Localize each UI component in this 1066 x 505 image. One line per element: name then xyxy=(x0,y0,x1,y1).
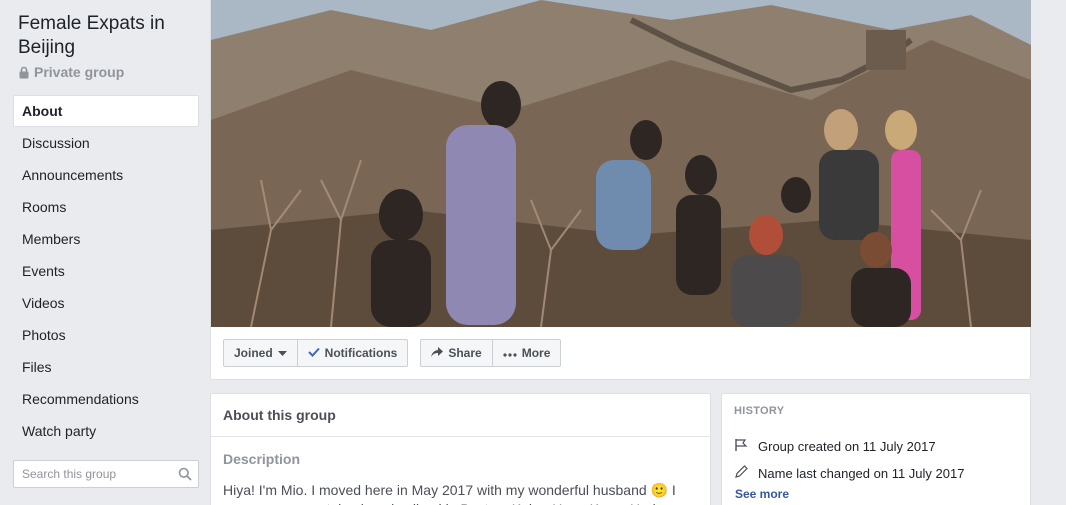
lock-icon xyxy=(18,66,30,79)
about-heading: About this group xyxy=(211,394,710,437)
membership-button-group: Joined Notifications xyxy=(223,339,409,367)
history-created-row: Group created on 11 July 2017 xyxy=(722,433,1030,460)
search-icon[interactable] xyxy=(177,467,192,481)
nav-item-rooms[interactable]: Rooms xyxy=(13,191,199,223)
cover-card: Joined Notifications Share More xyxy=(210,0,1031,380)
group-search xyxy=(13,460,199,488)
group-sidebar: Female Expats in Beijing Private group A… xyxy=(0,0,210,505)
description-text: Hiya! I'm Mio. I moved here in May 2017 … xyxy=(223,482,676,505)
nav-item-discussion[interactable]: Discussion xyxy=(13,127,199,159)
more-button[interactable]: More xyxy=(492,339,562,367)
nav-item-members[interactable]: Members xyxy=(13,223,199,255)
joined-label: Joined xyxy=(234,346,273,360)
history-name-changed-text: Name last changed on 11 July 2017 xyxy=(758,466,965,481)
more-label: More xyxy=(521,346,551,360)
privacy-label: Private group xyxy=(18,64,124,80)
nav-item-videos[interactable]: Videos xyxy=(13,287,199,319)
history-name-changed-row: Name last changed on 11 July 2017 xyxy=(722,460,1030,487)
search-input[interactable] xyxy=(14,467,177,481)
history-created-text: Group created on 11 July 2017 xyxy=(758,439,936,454)
nav-item-photos[interactable]: Photos xyxy=(13,319,199,351)
share-label: Share xyxy=(448,346,482,360)
nav-item-announcements[interactable]: Announcements xyxy=(13,159,199,191)
joined-button[interactable]: Joined xyxy=(223,339,298,367)
nav-item-about[interactable]: About xyxy=(13,95,199,127)
share-arrow-icon xyxy=(431,346,444,360)
nav-item-watch-party[interactable]: Watch party xyxy=(13,415,199,447)
history-card: HISTORY Group created on 11 July 2017 Na… xyxy=(721,393,1031,505)
group-name[interactable]: Female Expats in Beijing xyxy=(18,12,198,60)
nav-item-files[interactable]: Files xyxy=(13,351,199,383)
caret-down-icon xyxy=(277,346,287,360)
share-button[interactable]: Share xyxy=(420,339,493,367)
nav-item-events[interactable]: Events xyxy=(13,255,199,287)
notifications-label: Notifications xyxy=(324,346,398,360)
description-label: Description xyxy=(223,451,301,467)
ellipsis-icon xyxy=(503,346,517,360)
group-action-bar: Joined Notifications Share More xyxy=(223,339,573,367)
cover-photo[interactable] xyxy=(211,0,1031,327)
pencil-icon xyxy=(734,465,750,482)
checkmark-icon xyxy=(307,346,320,360)
share-more-button-group: Share More xyxy=(420,339,562,367)
flag-icon xyxy=(734,438,750,455)
nav-item-recommendations[interactable]: Recommendations xyxy=(13,383,199,415)
notifications-button[interactable]: Notifications xyxy=(297,339,409,367)
about-card: About this group Description Hiya! I'm M… xyxy=(210,393,711,505)
see-more-link[interactable]: See more xyxy=(722,487,1030,501)
history-heading: HISTORY xyxy=(734,405,785,417)
group-nav: About Discussion Announcements Rooms Mem… xyxy=(13,95,199,447)
privacy-text: Private group xyxy=(34,64,125,80)
